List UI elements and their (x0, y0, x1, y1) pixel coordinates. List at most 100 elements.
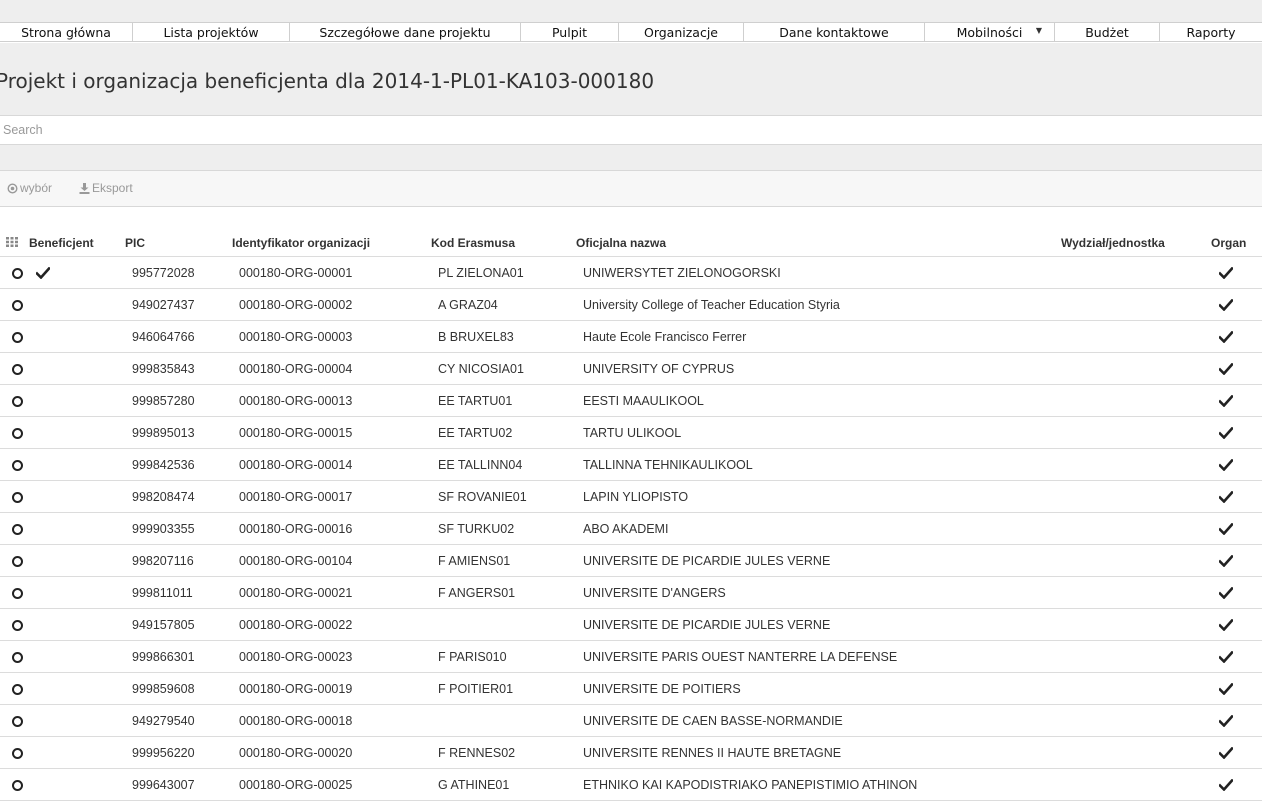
radio-button-icon[interactable] (12, 587, 23, 599)
column-header-beneficjent[interactable]: Beneficjent (24, 230, 120, 257)
row-select-cell[interactable] (0, 320, 24, 353)
checkmark-icon (1219, 395, 1233, 408)
erasmus-code-cell: A GRAZ04 (431, 288, 576, 321)
erasmus-code-cell: EE TARTU01 (431, 384, 576, 417)
radio-button-icon[interactable] (12, 651, 23, 663)
department-cell (1061, 704, 1211, 737)
nav-item-raporty[interactable]: Raporty (1160, 23, 1262, 41)
nav-item-label: Szczegółowe dane projektu (319, 24, 491, 40)
checkmark-icon (1219, 267, 1233, 280)
official-name-cell: EESTI MAAULIKOOL (576, 384, 1061, 417)
radio-button-icon[interactable] (12, 267, 23, 279)
nav-item-lista-projektów[interactable]: Lista projektów (133, 23, 290, 41)
org-id-cell: 000180-ORG-00003 (232, 320, 431, 353)
table-row[interactable]: 999866301 000180-ORG-00023 F PARIS010 UNIVE… (0, 640, 1262, 673)
erasmus-code-cell: PL ZIELONA01 (431, 256, 576, 289)
beneficiary-cell (24, 544, 120, 577)
row-select-cell[interactable] (0, 768, 24, 801)
nav-item-szczegółowe-dane-projektu[interactable]: Szczegółowe dane projektu (290, 23, 521, 41)
radio-button-icon[interactable] (12, 715, 23, 727)
pic-cell: 999956220 (120, 736, 232, 769)
nav-item-label: Strona główna (21, 24, 111, 40)
radio-button-icon[interactable] (12, 331, 23, 343)
radio-button-icon[interactable] (12, 523, 23, 535)
select-button[interactable]: wybór (7, 181, 52, 195)
row-select-cell[interactable] (0, 608, 24, 641)
erasmus-code-cell: SF ROVANIE01 (431, 480, 576, 513)
radio-button-icon[interactable] (12, 299, 23, 311)
beneficiary-cell (24, 416, 120, 449)
row-select-cell[interactable] (0, 480, 24, 513)
row-select-cell[interactable] (0, 352, 24, 385)
row-select-cell[interactable] (0, 448, 24, 481)
organ-cell (1211, 640, 1262, 673)
table-row[interactable]: 995772028 000180-ORG-00001 PL ZIELONA01 UNI… (0, 256, 1262, 289)
organ-cell (1211, 256, 1262, 289)
table-row[interactable]: 949157805 000180-ORG-00022 UNIVERSITE DE P… (0, 608, 1262, 641)
row-select-cell[interactable] (0, 640, 24, 673)
row-select-cell[interactable] (0, 672, 24, 705)
row-select-cell[interactable] (0, 416, 24, 449)
table-row[interactable]: 999956220 000180-ORG-00020 F RENNES02 UNIVE… (0, 736, 1262, 769)
nav-item-organizacje[interactable]: Organizacje (619, 23, 744, 41)
row-select-cell[interactable] (0, 704, 24, 737)
search-input[interactable] (0, 116, 1262, 145)
radio-button-icon[interactable] (12, 491, 23, 503)
nav-item-mobilności[interactable]: Mobilności ▼ (925, 23, 1055, 41)
column-header-org-id[interactable]: Identyfikator organizacji (232, 230, 431, 257)
pic-cell: 999857280 (120, 384, 232, 417)
table-row[interactable]: 998208474 000180-ORG-00017 SF ROVANIE01 LAP… (0, 480, 1262, 513)
column-header-official-name[interactable]: Oficjalna nazwa (576, 230, 1061, 257)
organ-cell (1211, 736, 1262, 769)
column-header-erasmus-code[interactable]: Kod Erasmusa (431, 230, 576, 257)
table-row[interactable]: 999895013 000180-ORG-00015 EE TARTU02 TARTU… (0, 416, 1262, 449)
row-select-cell[interactable] (0, 384, 24, 417)
nav-item-budżet[interactable]: Budżet (1055, 23, 1160, 41)
table-row[interactable]: 946064766 000180-ORG-00003 B BRUXEL83 Haute… (0, 320, 1262, 353)
nav-item-pulpit[interactable]: Pulpit (521, 23, 619, 41)
nav-item-dane-kontaktowe[interactable]: Dane kontaktowe (744, 23, 925, 41)
radio-button-icon[interactable] (12, 747, 23, 759)
row-select-cell[interactable] (0, 544, 24, 577)
table-row[interactable]: 999811011 000180-ORG-00021 F ANGERS01 UNIVE… (0, 576, 1262, 609)
radio-button-icon[interactable] (12, 619, 23, 631)
table-row[interactable]: 999859608 000180-ORG-00019 F POITIER01 UNIV… (0, 672, 1262, 705)
radio-button-icon[interactable] (12, 459, 23, 471)
nav-item-label: Pulpit (551, 24, 588, 40)
table-row[interactable]: 999857280 000180-ORG-00013 EE TARTU01 EESTI… (0, 384, 1262, 417)
export-button[interactable]: Eksport (79, 181, 133, 195)
table-row[interactable]: 999842536 000180-ORG-00014 EE TALLINN04 TAL… (0, 448, 1262, 481)
pic-cell: 999811011 (120, 576, 232, 609)
table-row[interactable]: 999643007 000180-ORG-00025 G ATHINE01 ETHNI… (0, 768, 1262, 801)
column-header-department[interactable]: Wydział/jednostka (1061, 230, 1211, 257)
row-select-cell[interactable] (0, 288, 24, 321)
radio-button-icon[interactable] (12, 395, 23, 407)
table-row[interactable]: 998207116 000180-ORG-00104 F AMIENS01 UNIVE… (0, 544, 1262, 577)
radio-button-icon[interactable] (12, 779, 23, 791)
column-header-organ[interactable]: Organ (1211, 230, 1262, 257)
beneficiary-cell (24, 256, 120, 289)
radio-button-icon[interactable] (12, 555, 23, 567)
table-row[interactable]: 999835843 000180-ORG-00004 CY NICOSIA01 UNI… (0, 352, 1262, 385)
column-chooser[interactable] (0, 230, 24, 257)
checkmark-icon (1219, 747, 1233, 760)
table-row[interactable]: 949279540 000180-ORG-00018 UNIVERSITE DE C… (0, 704, 1262, 737)
table-row[interactable]: 999903355 000180-ORG-00016 SF TURKU02 ABO A… (0, 512, 1262, 545)
pic-cell: 949279540 (120, 704, 232, 737)
table-row[interactable]: 949027437 000180-ORG-00002 A GRAZ04 Univers… (0, 288, 1262, 321)
column-header-pic[interactable]: PIC (120, 230, 232, 257)
nav-item-strona-główna[interactable]: Strona główna (0, 23, 133, 41)
radio-button-icon[interactable] (12, 363, 23, 375)
select-label: wybór (20, 181, 53, 195)
beneficiary-cell (24, 384, 120, 417)
official-name-cell: UNIVERSITE RENNES II HAUTE BRETAGNE (576, 736, 1061, 769)
row-select-cell[interactable] (0, 576, 24, 609)
row-select-cell[interactable] (0, 512, 24, 545)
radio-button-icon[interactable] (12, 683, 23, 695)
row-select-cell[interactable] (0, 736, 24, 769)
radio-button-icon[interactable] (12, 427, 23, 439)
erasmus-code-cell: SF TURKU02 (431, 512, 576, 545)
nav-item-label: Lista projektów (163, 24, 259, 40)
organ-cell (1211, 576, 1262, 609)
row-select-cell[interactable] (0, 256, 24, 289)
